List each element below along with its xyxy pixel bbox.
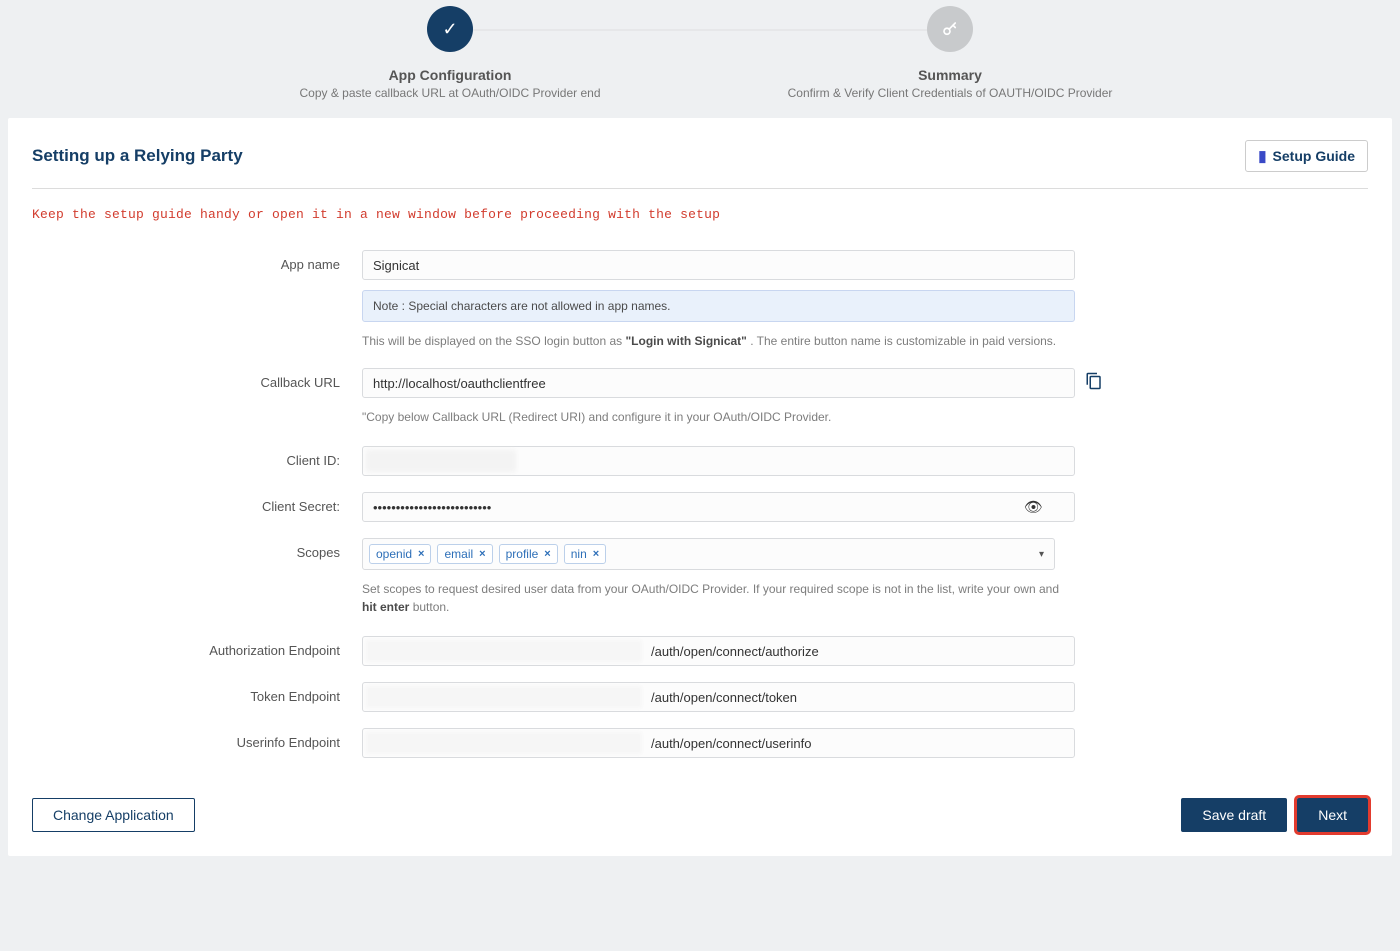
scope-chip-profile[interactable]: profile × — [499, 544, 558, 564]
setup-card: Setting up a Relying Party ▮ Setup Guide… — [8, 118, 1392, 856]
book-icon: ▮ — [1258, 147, 1266, 165]
row-auth-endpoint: Authorization Endpoint — [32, 636, 1368, 666]
step-summary[interactable]: Summary Confirm & Verify Client Credenti… — [700, 6, 1200, 100]
stepper-inner: ✓ App Configuration Copy & paste callbac… — [200, 6, 1200, 100]
label-client-id: Client ID: — [32, 446, 362, 468]
step-title: App Configuration — [389, 67, 512, 83]
row-scopes: Scopes openid × email × profile × nin × ▾ Se… — [32, 538, 1368, 616]
help-text-bold: "Login with Signicat" — [625, 334, 746, 348]
chip-label: nin — [571, 547, 587, 561]
chip-remove-icon[interactable]: × — [418, 548, 424, 560]
chevron-down-icon[interactable]: ▾ — [1039, 549, 1044, 560]
change-application-button[interactable]: Change Application — [32, 798, 195, 832]
chip-label: profile — [506, 547, 539, 561]
row-userinfo-endpoint: Userinfo Endpoint — [32, 728, 1368, 758]
page-title: Setting up a Relying Party — [32, 146, 243, 166]
stepper: ✓ App Configuration Copy & paste callbac… — [0, 0, 1400, 118]
chip-remove-icon[interactable]: × — [479, 548, 485, 560]
callback-help: "Copy below Callback URL (Redirect URI) … — [362, 408, 1075, 426]
callback-url-input[interactable] — [362, 368, 1075, 398]
label-app-name: App name — [32, 250, 362, 272]
scope-chip-openid[interactable]: openid × — [369, 544, 431, 564]
eye-icon[interactable]: 👁 — [1024, 498, 1043, 516]
help-text-part: Set scopes to request desired user data … — [362, 582, 1059, 596]
setup-warning-text: Keep the setup guide handy or open it in… — [32, 207, 1368, 222]
help-text-part: button. — [413, 600, 450, 614]
label-client-secret: Client Secret: — [32, 492, 362, 514]
redacted-overlay — [366, 686, 642, 708]
copy-icon[interactable] — [1085, 372, 1103, 395]
app-name-note: Note : Special characters are not allowe… — [362, 290, 1075, 322]
key-icon — [927, 6, 973, 52]
client-secret-input[interactable] — [362, 492, 1075, 522]
help-text-part: . The entire button name is customizable… — [750, 334, 1056, 348]
row-client-id: Client ID: — [32, 446, 1368, 476]
scopes-multiselect[interactable]: openid × email × profile × nin × ▾ — [362, 538, 1055, 570]
chip-label: openid — [376, 547, 412, 561]
label-auth-endpoint: Authorization Endpoint — [32, 636, 362, 658]
chip-remove-icon[interactable]: × — [544, 548, 550, 560]
card-footer: Change Application Save draft Next — [32, 798, 1368, 832]
row-client-secret: Client Secret: 👁 — [32, 492, 1368, 522]
help-text-part: This will be displayed on the SSO login … — [362, 334, 625, 348]
redacted-overlay — [366, 450, 516, 472]
label-token-endpoint: Token Endpoint — [32, 682, 362, 704]
scope-chip-email[interactable]: email × — [437, 544, 492, 564]
check-icon: ✓ — [427, 6, 473, 52]
label-scopes: Scopes — [32, 538, 362, 560]
help-text-bold: hit enter — [362, 600, 409, 614]
next-button[interactable]: Next — [1297, 798, 1368, 832]
label-userinfo-endpoint: Userinfo Endpoint — [32, 728, 362, 750]
row-callback-url: Callback URL "Copy below Callback URL (R… — [32, 368, 1368, 426]
app-name-input[interactable] — [362, 250, 1075, 280]
step-app-configuration[interactable]: ✓ App Configuration Copy & paste callbac… — [200, 6, 700, 100]
chip-remove-icon[interactable]: × — [593, 548, 599, 560]
setup-guide-label: Setup Guide — [1273, 148, 1355, 164]
redacted-overlay — [366, 732, 642, 754]
row-app-name: App name Note : Special characters are n… — [32, 250, 1368, 350]
redacted-overlay — [366, 640, 642, 662]
row-token-endpoint: Token Endpoint — [32, 682, 1368, 712]
step-subtitle: Confirm & Verify Client Credentials of O… — [788, 86, 1113, 100]
card-header: Setting up a Relying Party ▮ Setup Guide — [32, 140, 1368, 189]
setup-guide-button[interactable]: ▮ Setup Guide — [1245, 140, 1368, 172]
step-subtitle: Copy & paste callback URL at OAuth/OIDC … — [299, 86, 600, 100]
app-name-help: This will be displayed on the SSO login … — [362, 332, 1075, 350]
scope-chip-nin[interactable]: nin × — [564, 544, 606, 564]
chip-label: email — [444, 547, 473, 561]
scopes-help: Set scopes to request desired user data … — [362, 580, 1075, 616]
step-title: Summary — [918, 67, 982, 83]
label-callback-url: Callback URL — [32, 368, 362, 390]
save-draft-button[interactable]: Save draft — [1181, 798, 1287, 832]
